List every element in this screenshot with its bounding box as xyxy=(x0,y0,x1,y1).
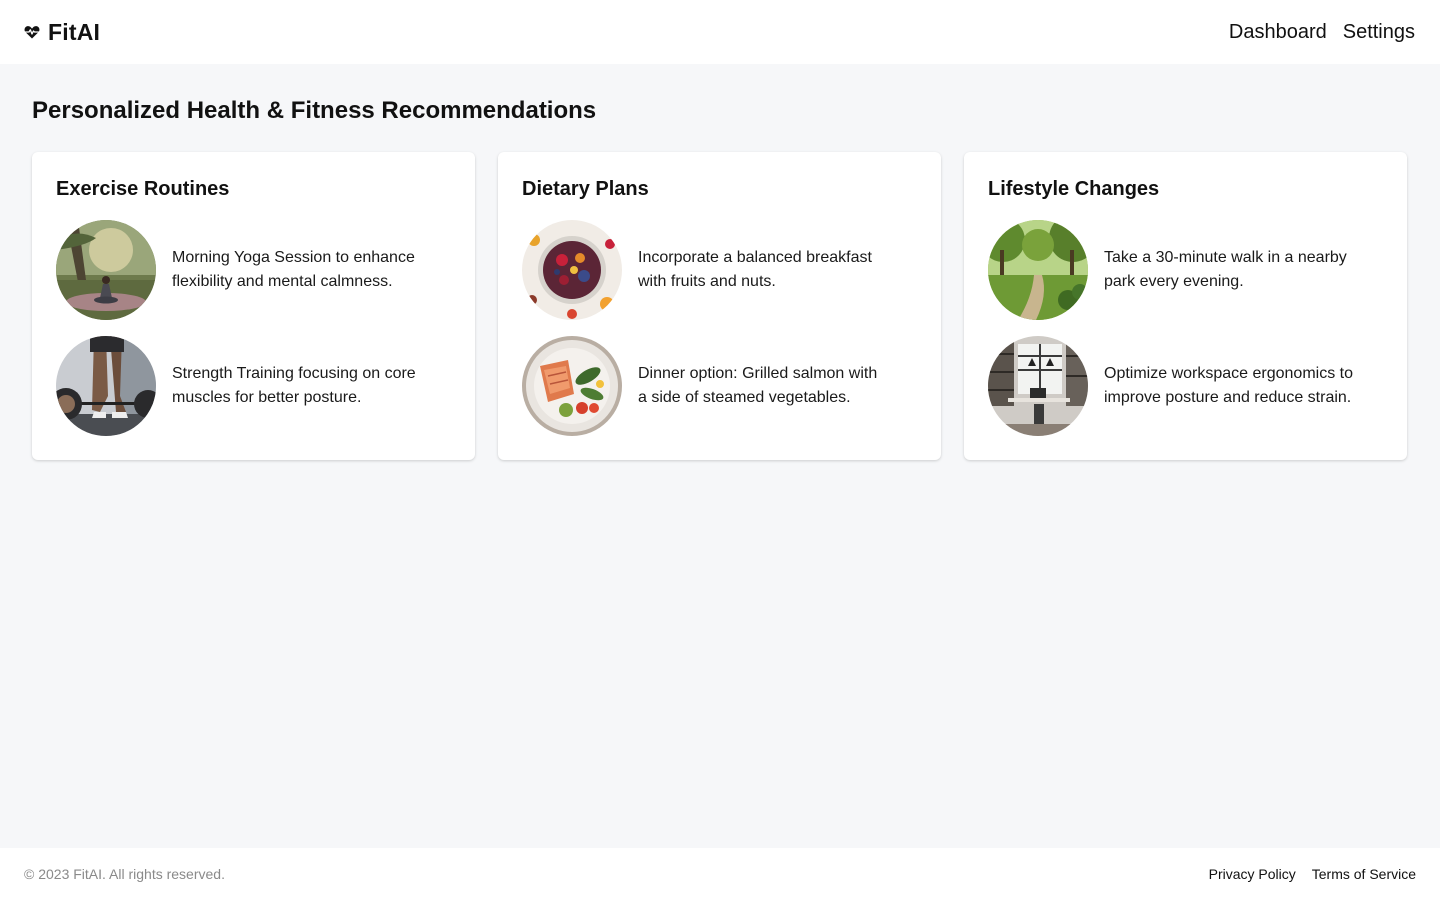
brand-logo-link[interactable]: FitAI xyxy=(24,19,100,46)
recommendation-item: Take a 30-minute walk in a nearby park e… xyxy=(988,220,1383,320)
recommendation-item: Morning Yoga Session to enhance flexibil… xyxy=(56,220,451,320)
salmon-plate-photo xyxy=(522,336,622,436)
barbell-photo xyxy=(56,336,156,436)
nav-settings-link[interactable]: Settings xyxy=(1343,21,1415,44)
lifestyle-changes-card: Lifestyle Changes Take a 30-minute walk … xyxy=(964,152,1407,460)
recommendation-cards: Exercise Routines Morning Yoga Session t… xyxy=(32,152,1407,460)
recommendation-item: Incorporate a balanced breakfast with fr… xyxy=(522,220,917,320)
recommendation-text: Morning Yoga Session to enhance flexibil… xyxy=(172,249,415,290)
recommendation-text: Dinner option: Grilled salmon with a sid… xyxy=(638,365,878,406)
yoga-photo xyxy=(56,220,156,320)
card-title: Lifestyle Changes xyxy=(988,178,1160,200)
recommendation-text: Strength Training focusing on core muscl… xyxy=(172,365,416,406)
workspace-photo xyxy=(988,336,1088,436)
footer-links: Privacy Policy Terms of Service xyxy=(1209,866,1416,882)
recommendation-item: Dinner option: Grilled salmon with a sid… xyxy=(522,336,917,436)
privacy-policy-link[interactable]: Privacy Policy xyxy=(1209,866,1296,882)
top-navbar: FitAI Dashboard Settings xyxy=(0,0,1440,64)
page-title: Personalized Health & Fitness Recommenda… xyxy=(32,97,597,124)
fruit-bowl-photo xyxy=(522,220,622,320)
card-title: Exercise Routines xyxy=(56,178,230,200)
recommendation-text: Incorporate a balanced breakfast with fr… xyxy=(638,249,872,290)
card-title: Dietary Plans xyxy=(522,178,649,200)
copyright-text: © 2023 FitAI. All rights reserved. xyxy=(24,866,225,882)
heartbeat-icon xyxy=(24,24,40,40)
brand-name: FitAI xyxy=(48,18,101,45)
exercise-routines-card: Exercise Routines Morning Yoga Session t… xyxy=(32,152,475,460)
park-path-photo xyxy=(988,220,1088,320)
nav-dashboard-link[interactable]: Dashboard xyxy=(1229,21,1327,44)
recommendation-item: Optimize workspace ergonomics to improve… xyxy=(988,336,1383,436)
main-nav: Dashboard Settings xyxy=(1229,21,1415,44)
recommendation-text: Take a 30-minute walk in a nearby park e… xyxy=(1104,249,1347,290)
dietary-plans-card: Dietary Plans Incorporate a balanced bre… xyxy=(498,152,941,460)
recommendation-text: Optimize workspace ergonomics to improve… xyxy=(1104,365,1353,406)
terms-of-service-link[interactable]: Terms of Service xyxy=(1312,866,1416,882)
recommendation-item: Strength Training focusing on core muscl… xyxy=(56,336,451,436)
footer: © 2023 FitAI. All rights reserved. Priva… xyxy=(0,848,1440,900)
